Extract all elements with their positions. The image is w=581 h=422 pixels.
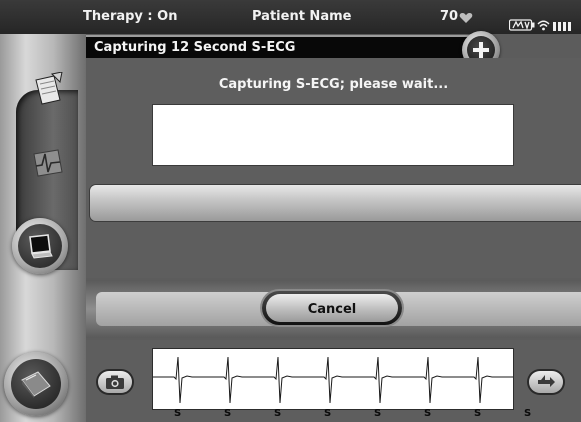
signal-icon (553, 22, 571, 31)
monitor-icon (29, 234, 53, 259)
beat-label: S (224, 408, 232, 419)
home-button-face (11, 359, 61, 409)
beat-label: S (524, 408, 532, 419)
home-button[interactable] (4, 352, 68, 416)
ecg-waveform (153, 356, 513, 404)
camera-button[interactable] (98, 371, 132, 393)
title-bar: Capturing 12 Second S-ECG (86, 37, 480, 58)
page-title: Capturing 12 Second S-ECG (94, 40, 296, 55)
beat-label: S (474, 408, 482, 419)
status-bar: Therapy : On Patient Name 70 (0, 0, 581, 34)
beat-label: S (424, 408, 432, 419)
cancel-button-face: Cancel (266, 294, 398, 322)
progress-bar (90, 185, 581, 221)
beat-label: S (374, 408, 382, 419)
status-message: Capturing S-ECG; please wait... (218, 77, 449, 92)
monitor-button-face (18, 224, 62, 268)
therapy-status: Therapy : On (83, 9, 178, 24)
cancel-button[interactable]: Cancel (262, 291, 402, 325)
heart-icon (459, 13, 473, 23)
device-screen: Therapy : On Patient Name 70 Capturing 1… (0, 0, 581, 422)
cancel-button-label: Cancel (307, 302, 357, 317)
ecg-panel (152, 348, 514, 410)
marker-button[interactable] (529, 371, 563, 393)
notes-icon[interactable] (32, 72, 64, 108)
monitor-button[interactable] (12, 218, 68, 274)
beat-label: S (174, 408, 182, 419)
camera-icon (106, 375, 124, 389)
battery-icon (509, 19, 535, 31)
beat-label: S (324, 408, 332, 419)
message-box (152, 104, 514, 166)
marker-icon (538, 375, 555, 387)
ecg-trace (153, 356, 513, 404)
beat-label: S (274, 408, 282, 419)
ecg-strip-icon[interactable] (28, 146, 68, 180)
patient-name: Patient Name (252, 9, 352, 24)
heart-rate: 70 (440, 9, 459, 24)
plus-icon (473, 42, 489, 58)
wifi-icon (537, 20, 550, 31)
home-icon (21, 371, 51, 398)
